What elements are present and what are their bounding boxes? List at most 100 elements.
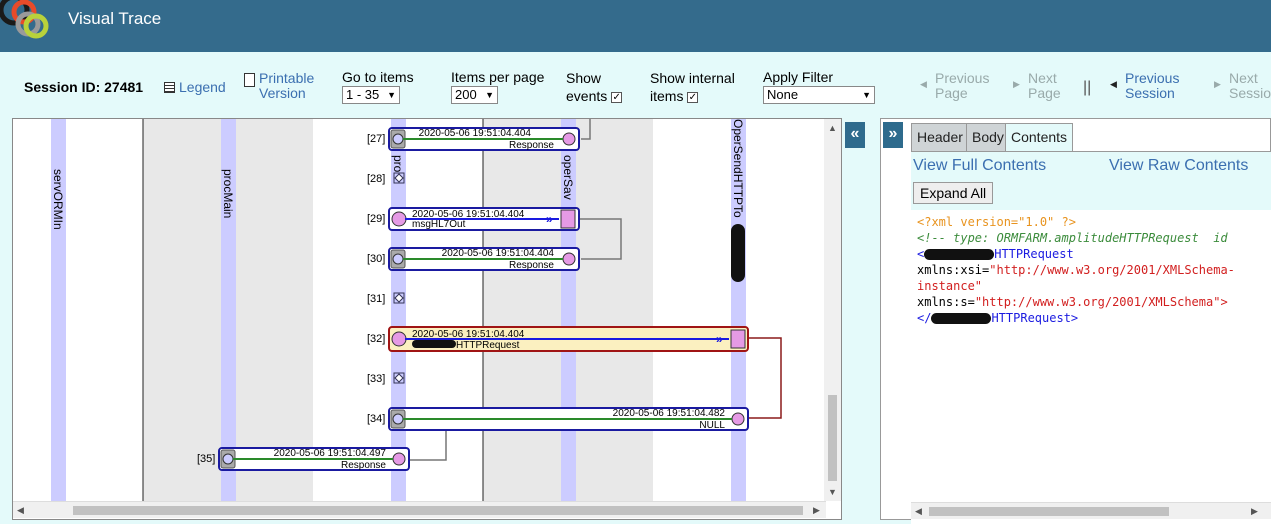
next-session-button[interactable]: ▶ Next Session [1214, 71, 1271, 101]
xml-pi: <?xml version="1.0" ?> [917, 215, 1076, 229]
row-30-msg: Response [509, 260, 554, 271]
next-session-line2: Session [1229, 85, 1271, 101]
contents-hscrollbar[interactable]: ◀ ▶ [911, 502, 1271, 519]
ipp-label: Items per page [451, 69, 545, 85]
app-header: Visual Trace [0, 0, 1271, 52]
printable-version-link[interactable]: Printable Version [244, 71, 314, 101]
row-31-number: [31] [367, 293, 385, 305]
legend-label: Legend [179, 79, 226, 95]
row-32-number: [32] [367, 333, 385, 345]
show-events-checkbox[interactable]: ✓ [611, 91, 623, 103]
scroll-left-icon: ◀ [17, 505, 24, 515]
printable-line2: Version [259, 85, 306, 101]
show-events: Show events ✓ [566, 69, 623, 105]
scroll-up-icon: ▲ [828, 123, 837, 133]
row-30-time: 2020-05-06 19:51:04.404 [442, 248, 555, 259]
contents-pane: View Full Contents View Raw Contents Exp… [911, 151, 1271, 524]
next-page-button[interactable]: ▶ Next Page [1013, 71, 1061, 101]
expand-right-button[interactable]: » [883, 122, 903, 148]
show-internal-checkbox[interactable]: ✓ [687, 91, 699, 103]
lane-label-opersendhttp: OperSendHTTPTo [731, 119, 745, 218]
toolbar: Session ID: 27481 Legend Printable Versi… [0, 52, 1271, 114]
session-id: Session ID: 27481 [24, 79, 144, 95]
svg-text:»: » [546, 212, 553, 226]
tab-contents[interactable]: Contents [1005, 123, 1074, 151]
xml-ns2-value: "http://www.w3.org/2001/XMLSchema"> [974, 295, 1228, 309]
show-internal-line1: Show internal [650, 70, 735, 86]
items-per-page: Items per page 200 ▼ [451, 69, 544, 104]
xml-viewer[interactable]: <?xml version="1.0" ?> <!-- type: ORMFAR… [911, 210, 1271, 524]
goto-label: Go to items [342, 69, 414, 85]
collapse-left-button[interactable]: « [845, 122, 865, 148]
xml-ns2-attr: xmlns:s [917, 295, 968, 309]
prev-session-line1: Previous [1125, 70, 1180, 86]
prev-page-line2: Page [935, 85, 968, 101]
row-35-time: 2020-05-06 19:51:04.497 [274, 448, 387, 459]
previous-session-button[interactable]: ◀ Previous Session [1110, 71, 1179, 101]
lane-label-opersav: operSav [561, 155, 575, 200]
row-34-msg: NULL [699, 420, 725, 431]
goto-value: 1 - 35 [346, 87, 380, 102]
triangle-left-icon: ◀ [920, 79, 927, 89]
nav-separator: || [1083, 79, 1092, 96]
next-page-line2: Page [1028, 85, 1061, 101]
xml-ns1-value2: instance" [917, 279, 983, 293]
details-panel: » Header Body Contents View Full Content… [880, 118, 1271, 524]
view-full-contents-link[interactable]: View Full Contents [913, 157, 1046, 175]
filter-select[interactable]: None ▼ [763, 86, 875, 104]
xml-ns1-value: "http://www.w3.org/2001/XMLSchema- [989, 263, 1235, 277]
triangle-right-icon: ▶ [1214, 79, 1221, 89]
chevron-down-icon: ▼ [387, 90, 396, 100]
row-35-number: [35] [197, 453, 215, 465]
row-27-number: [27] [367, 133, 385, 145]
triangle-left-icon: ◀ [1110, 79, 1117, 89]
row-33-number: [33] [367, 373, 385, 385]
row-30-number: [30] [367, 253, 385, 265]
trace-diagram[interactable]: servORMIn procMain pro operSav OperSendH… [12, 118, 842, 520]
show-internal: Show internal items ✓ [650, 69, 735, 105]
prev-session-line2: Session [1125, 85, 1175, 101]
scroll-down-icon: ▼ [828, 487, 837, 497]
show-events-line2: events [566, 88, 608, 104]
tab-header[interactable]: Header [911, 123, 969, 151]
tab-body[interactable]: Body [966, 123, 1010, 151]
filter-label: Apply Filter [763, 69, 834, 85]
lane-label-servormin: servORMIn [51, 169, 65, 230]
show-internal-line2: items [650, 88, 684, 104]
legend-link[interactable]: Legend [164, 79, 226, 95]
lane-label-procmain: procMain [221, 169, 235, 218]
previous-page-button[interactable]: ◀ Previous Page [920, 71, 989, 101]
xml-close-tag: HTTPRequest> [991, 311, 1079, 325]
row-29-msg: msgHL7Out [412, 219, 466, 230]
row-34-time: 2020-05-06 19:51:04.482 [613, 408, 726, 419]
ipp-value: 200 [455, 87, 477, 102]
document-icon [244, 73, 255, 87]
app-logo [0, 0, 49, 39]
xml-comment: <!-- type: ORMFARM.amplitudeHTTPRequest … [917, 231, 1228, 245]
redaction [931, 313, 992, 324]
show-events-line1: Show [566, 70, 602, 86]
xml-open-tag: HTTPRequest [994, 247, 1074, 261]
expand-all-button[interactable]: Expand All [913, 182, 994, 204]
row-27-time: 2020-05-06 19:51:04.404 [419, 128, 532, 139]
app-title: Visual Trace [68, 9, 162, 28]
apply-filter: Apply Filter None ▼ [763, 69, 875, 104]
goto-items: Go to items 1 - 35 ▼ [342, 69, 414, 104]
row-35-msg: Response [341, 460, 386, 471]
scroll-right-icon: ▶ [813, 505, 820, 515]
scroll-right-icon: ▶ [1251, 506, 1258, 516]
row-34-number: [34] [367, 413, 385, 425]
ipp-select[interactable]: 200 ▼ [451, 86, 498, 104]
next-session-line1: Next [1229, 70, 1258, 86]
goto-select[interactable]: 1 - 35 ▼ [342, 86, 400, 104]
row-32-msg: HTTPRequest [456, 340, 520, 351]
redaction [924, 249, 995, 260]
triangle-right-icon: ▶ [1013, 79, 1020, 89]
row-28-number: [28] [367, 173, 385, 185]
chevron-down-icon: ▼ [862, 90, 871, 100]
view-raw-contents-link[interactable]: View Raw Contents [1109, 157, 1248, 175]
prev-page-line1: Previous [935, 70, 990, 86]
row-27-msg: Response [509, 140, 554, 151]
diagram-hscrollbar[interactable]: ◀ ▶ [13, 501, 826, 518]
diagram-vscrollbar[interactable]: ▲ ▼ [824, 119, 841, 501]
